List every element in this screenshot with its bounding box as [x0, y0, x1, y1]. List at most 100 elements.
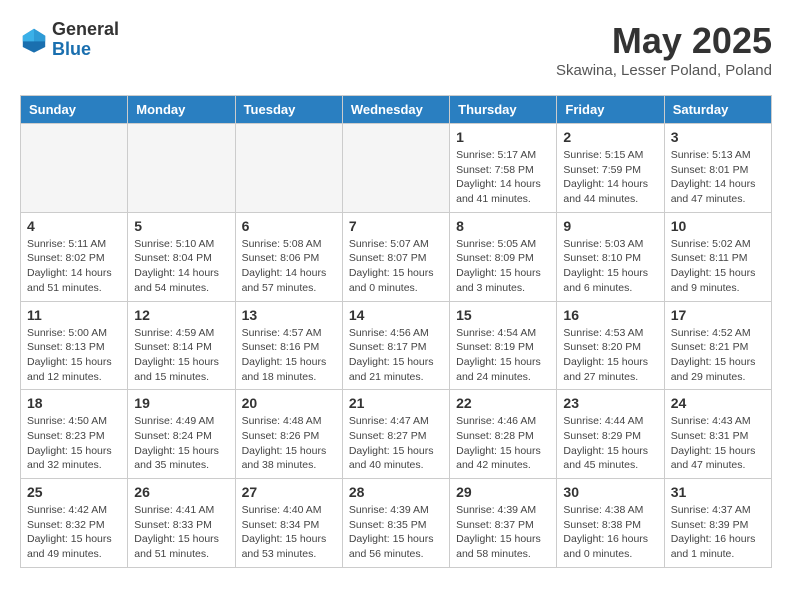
calendar-day: 4 Sunrise: 5:11 AM Sunset: 8:02 PM Daylig…	[21, 212, 128, 301]
logo-text: General Blue	[52, 20, 119, 60]
calendar-day: 3Sunrise: 5:13 AM Sunset: 8:01 PM Daylig…	[664, 124, 771, 213]
calendar-day: 16 Sunrise: 4:53 AM Sunset: 8:20 PM Dayli…	[557, 301, 664, 390]
day-info: Sunrise: 5:10 AM Sunset: 8:04 PM Dayligh…	[134, 237, 228, 296]
col-header-friday: Friday	[557, 96, 664, 124]
calendar-day: 1 Sunrise: 5:17 AM Sunset: 7:58 PM Daylig…	[450, 124, 557, 213]
calendar-day: 20 Sunrise: 4:48 AM Sunset: 8:26 PM Dayli…	[235, 390, 342, 479]
day-info: Sunrise: 5:03 AM Sunset: 8:10 PM Dayligh…	[563, 237, 657, 296]
calendar-day: 6Sunrise: 5:08 AM Sunset: 8:06 PM Daylig…	[235, 212, 342, 301]
day-info: Sunrise: 4:40 AM Sunset: 8:34 PM Dayligh…	[242, 503, 336, 562]
day-info: Sunrise: 4:57 AM Sunset: 8:16 PM Dayligh…	[242, 326, 336, 385]
day-number: 21	[349, 395, 443, 411]
calendar-day: 9 Sunrise: 5:03 AM Sunset: 8:10 PM Daylig…	[557, 212, 664, 301]
day-info: Sunrise: 5:11 AM Sunset: 8:02 PM Dayligh…	[27, 237, 121, 296]
day-number: 17	[671, 307, 765, 323]
day-info: Sunrise: 4:56 AM Sunset: 8:17 PM Dayligh…	[349, 326, 443, 385]
day-info: Sunrise: 4:54 AM Sunset: 8:19 PM Dayligh…	[456, 326, 550, 385]
day-info: Sunrise: 5:02 AM Sunset: 8:11 PM Dayligh…	[671, 237, 765, 296]
calendar-day: 11 Sunrise: 5:00 AM Sunset: 8:13 PM Dayli…	[21, 301, 128, 390]
day-number: 10	[671, 218, 765, 234]
calendar-day: 23 Sunrise: 4:44 AM Sunset: 8:29 PM Dayli…	[557, 390, 664, 479]
day-number: 16	[563, 307, 657, 323]
calendar-day: 18 Sunrise: 4:50 AM Sunset: 8:23 PM Dayli…	[21, 390, 128, 479]
day-number: 7	[349, 218, 443, 234]
day-number: 20	[242, 395, 336, 411]
calendar-day	[342, 124, 449, 213]
day-number: 3	[671, 129, 765, 145]
calendar-day: 12 Sunrise: 4:59 AM Sunset: 8:14 PM Dayli…	[128, 301, 235, 390]
day-info: Sunrise: 4:42 AM Sunset: 8:32 PM Dayligh…	[27, 503, 121, 562]
calendar-day: 7Sunrise: 5:07 AM Sunset: 8:07 PM Daylig…	[342, 212, 449, 301]
calendar-day: 30Sunrise: 4:38 AM Sunset: 8:38 PM Dayli…	[557, 479, 664, 568]
day-number: 15	[456, 307, 550, 323]
day-info: Sunrise: 4:39 AM Sunset: 8:37 PM Dayligh…	[456, 503, 550, 562]
day-number: 24	[671, 395, 765, 411]
day-info: Sunrise: 4:44 AM Sunset: 8:29 PM Dayligh…	[563, 414, 657, 473]
calendar-day: 27 Sunrise: 4:40 AM Sunset: 8:34 PM Dayli…	[235, 479, 342, 568]
day-number: 31	[671, 484, 765, 500]
day-number: 9	[563, 218, 657, 234]
day-number: 28	[349, 484, 443, 500]
day-number: 5	[134, 218, 228, 234]
logo-general: General	[52, 20, 119, 40]
calendar-day: 26 Sunrise: 4:41 AM Sunset: 8:33 PM Dayli…	[128, 479, 235, 568]
col-header-tuesday: Tuesday	[235, 96, 342, 124]
day-info: Sunrise: 5:15 AM Sunset: 7:59 PM Dayligh…	[563, 148, 657, 207]
logo: General Blue	[20, 20, 119, 60]
day-info: Sunrise: 4:41 AM Sunset: 8:33 PM Dayligh…	[134, 503, 228, 562]
calendar-day: 31 Sunrise: 4:37 AM Sunset: 8:39 PM Dayli…	[664, 479, 771, 568]
day-number: 14	[349, 307, 443, 323]
calendar-day: 2 Sunrise: 5:15 AM Sunset: 7:59 PM Daylig…	[557, 124, 664, 213]
day-info: Sunrise: 4:43 AM Sunset: 8:31 PM Dayligh…	[671, 414, 765, 473]
col-header-thursday: Thursday	[450, 96, 557, 124]
calendar-week-4: 18 Sunrise: 4:50 AM Sunset: 8:23 PM Dayli…	[21, 390, 772, 479]
month-title: May 2025	[556, 20, 772, 62]
day-info: Sunrise: 5:17 AM Sunset: 7:58 PM Dayligh…	[456, 148, 550, 207]
day-number: 2	[563, 129, 657, 145]
calendar-week-5: 25 Sunrise: 4:42 AM Sunset: 8:32 PM Dayli…	[21, 479, 772, 568]
day-number: 4	[27, 218, 121, 234]
day-number: 12	[134, 307, 228, 323]
day-number: 26	[134, 484, 228, 500]
calendar-day	[128, 124, 235, 213]
day-number: 6	[242, 218, 336, 234]
day-info: Sunrise: 4:48 AM Sunset: 8:26 PM Dayligh…	[242, 414, 336, 473]
col-header-wednesday: Wednesday	[342, 96, 449, 124]
day-info: Sunrise: 4:59 AM Sunset: 8:14 PM Dayligh…	[134, 326, 228, 385]
calendar-day: 25 Sunrise: 4:42 AM Sunset: 8:32 PM Dayli…	[21, 479, 128, 568]
day-number: 30	[563, 484, 657, 500]
day-info: Sunrise: 4:46 AM Sunset: 8:28 PM Dayligh…	[456, 414, 550, 473]
day-number: 23	[563, 395, 657, 411]
day-info: Sunrise: 4:37 AM Sunset: 8:39 PM Dayligh…	[671, 503, 765, 562]
day-number: 1	[456, 129, 550, 145]
title-block: May 2025 Skawina, Lesser Poland, Poland	[556, 20, 772, 79]
calendar-header-row: SundayMondayTuesdayWednesdayThursdayFrid…	[21, 96, 772, 124]
day-info: Sunrise: 5:00 AM Sunset: 8:13 PM Dayligh…	[27, 326, 121, 385]
logo-icon	[20, 26, 48, 54]
day-number: 11	[27, 307, 121, 323]
day-info: Sunrise: 4:49 AM Sunset: 8:24 PM Dayligh…	[134, 414, 228, 473]
logo-blue: Blue	[52, 40, 119, 60]
calendar-day: 24 Sunrise: 4:43 AM Sunset: 8:31 PM Dayli…	[664, 390, 771, 479]
calendar-week-3: 11 Sunrise: 5:00 AM Sunset: 8:13 PM Dayli…	[21, 301, 772, 390]
day-number: 19	[134, 395, 228, 411]
day-info: Sunrise: 4:53 AM Sunset: 8:20 PM Dayligh…	[563, 326, 657, 385]
day-number: 27	[242, 484, 336, 500]
location: Skawina, Lesser Poland, Poland	[556, 62, 772, 79]
page-header: General Blue May 2025 Skawina, Lesser Po…	[20, 20, 772, 79]
calendar-week-2: 4 Sunrise: 5:11 AM Sunset: 8:02 PM Daylig…	[21, 212, 772, 301]
col-header-saturday: Saturday	[664, 96, 771, 124]
day-info: Sunrise: 4:50 AM Sunset: 8:23 PM Dayligh…	[27, 414, 121, 473]
day-number: 18	[27, 395, 121, 411]
calendar-day: 14 Sunrise: 4:56 AM Sunset: 8:17 PM Dayli…	[342, 301, 449, 390]
day-number: 22	[456, 395, 550, 411]
day-info: Sunrise: 5:05 AM Sunset: 8:09 PM Dayligh…	[456, 237, 550, 296]
calendar-day: 10 Sunrise: 5:02 AM Sunset: 8:11 PM Dayli…	[664, 212, 771, 301]
day-info: Sunrise: 4:47 AM Sunset: 8:27 PM Dayligh…	[349, 414, 443, 473]
calendar-day: 13Sunrise: 4:57 AM Sunset: 8:16 PM Dayli…	[235, 301, 342, 390]
day-info: Sunrise: 4:39 AM Sunset: 8:35 PM Dayligh…	[349, 503, 443, 562]
calendar-day: 17Sunrise: 4:52 AM Sunset: 8:21 PM Dayli…	[664, 301, 771, 390]
day-number: 25	[27, 484, 121, 500]
calendar-week-1: 1 Sunrise: 5:17 AM Sunset: 7:58 PM Daylig…	[21, 124, 772, 213]
day-number: 29	[456, 484, 550, 500]
